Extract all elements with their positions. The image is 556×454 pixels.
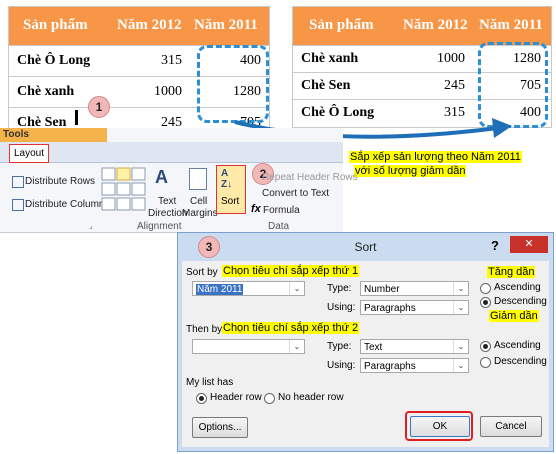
cell-product: Chè Ô Long	[17, 53, 91, 68]
then-by-label: Then by	[186, 324, 223, 335]
using-label-1: Using:	[327, 302, 356, 313]
using-dropdown-1[interactable]: Paragraphs ⌄	[360, 300, 469, 315]
descending-label-2[interactable]: Descending	[494, 356, 547, 367]
distribute-rows-button[interactable]: Distribute Rows	[25, 176, 95, 187]
distribute-columns-button[interactable]: Distribute Columns	[25, 199, 109, 210]
distribute-rows-icon	[12, 176, 24, 188]
header-row-label[interactable]: Header row	[210, 392, 262, 403]
text-direction-label-1[interactable]: Text	[158, 196, 176, 207]
header-row-radio[interactable]	[196, 393, 207, 404]
chevron-down-icon: ⌄	[453, 282, 468, 295]
then-by-note: Chọn tiêu chí sắp xếp thứ 2	[222, 322, 360, 334]
type-dropdown-1[interactable]: Number ⌄	[360, 281, 469, 296]
dialog-body: Sort by Chọn tiêu chí sắp xếp thứ 1 Năm …	[182, 261, 549, 447]
table-tools-label: Tools	[0, 128, 107, 142]
caption-line1: Sắp xếp sản lượng theo Năm 2011	[349, 151, 522, 163]
header-2012: Năm 2012	[117, 17, 182, 33]
sort-button[interactable]: A Z↓ Sort	[216, 165, 246, 214]
cell-2012: 315	[161, 53, 182, 68]
ascending-radio-2[interactable]	[480, 341, 491, 352]
giam-dan-note: Giảm dần	[489, 310, 539, 322]
descending-radio-2[interactable]	[480, 357, 491, 368]
formula-icon: fx	[251, 203, 261, 215]
step-badge-1: 1	[88, 96, 110, 118]
tang-dan-note: Tăng dần	[487, 266, 536, 278]
using-dropdown-2[interactable]: Paragraphs ⌄	[360, 358, 469, 373]
repeat-header-rows-button[interactable]: Repeat Header Rows	[262, 172, 358, 183]
cell-2012: 245	[444, 78, 465, 93]
type-value-2: Text	[364, 342, 383, 353]
chevron-down-icon: ⌄	[453, 301, 468, 314]
sort-icon: A Z↓	[221, 168, 233, 190]
header-2011: Năm 2011	[479, 17, 543, 33]
cell-product: Chè xanh	[301, 51, 359, 66]
convert-to-text-button[interactable]: Convert to Text	[262, 188, 329, 199]
list-has-label: My list has	[186, 377, 234, 388]
help-button[interactable]: ?	[491, 238, 499, 253]
text-cursor	[75, 110, 78, 125]
cell-product: Chè Sen	[301, 78, 351, 93]
using-value-2: Paragraphs	[364, 361, 416, 372]
chevron-down-icon: ⌄	[289, 340, 304, 353]
ascending-radio-1[interactable]	[480, 283, 491, 294]
options-button[interactable]: Options...	[192, 417, 248, 438]
type-value-1: Number	[364, 284, 400, 295]
text-direction-icon: A	[155, 167, 168, 187]
header-2012: Năm 2012	[403, 17, 468, 33]
dialog-launcher-icon[interactable]: ⌟	[89, 221, 93, 230]
ascending-label-1[interactable]: Ascending	[494, 282, 541, 293]
ok-button[interactable]: OK	[410, 416, 470, 437]
header-product: Sản phẩm	[309, 17, 374, 33]
type-label-2: Type:	[327, 341, 352, 352]
header-product: Sản phẩm	[23, 17, 88, 33]
formula-button[interactable]: Formula	[263, 205, 300, 216]
cell-2012: 1000	[437, 51, 465, 66]
sort-by-dropdown[interactable]: Năm 2011 ⌄	[192, 281, 305, 296]
sort-by-value: Năm 2011	[196, 284, 244, 295]
cell-margins-label-1[interactable]: Cell	[190, 196, 207, 207]
no-header-row-radio[interactable]	[264, 393, 275, 404]
group-alignment-label: Alignment	[137, 221, 182, 232]
tab-strip	[0, 142, 343, 163]
type-label-1: Type:	[327, 283, 352, 294]
descending-label-1[interactable]: Descending	[494, 296, 547, 307]
group-data-label: Data	[268, 221, 290, 232]
step-badge-3: 3	[198, 236, 220, 258]
tab-layout[interactable]: Layout	[9, 144, 49, 163]
header-2011: Năm 2011	[194, 17, 258, 33]
type-dropdown-2[interactable]: Text ⌄	[360, 339, 469, 354]
close-button[interactable]: ✕	[510, 236, 548, 253]
cancel-button[interactable]: Cancel	[480, 416, 542, 437]
no-header-row-label[interactable]: No header row	[278, 392, 344, 403]
table-after-header: Sản phẩm Năm 2012 Năm 2011	[293, 7, 551, 45]
cell-product: Chè xanh	[17, 84, 75, 99]
sort-dialog: Sort ? ✕ Sort by Chọn tiêu chí sắp xếp t…	[177, 232, 554, 452]
cell-2012: 1000	[154, 84, 182, 99]
chevron-down-icon: ⌄	[453, 340, 468, 353]
cell-margins-label-2[interactable]: Margins	[182, 208, 218, 219]
using-value-1: Paragraphs	[364, 303, 416, 314]
sort-by-note: Chọn tiêu chí sắp xếp thứ 1	[222, 265, 360, 277]
descending-radio-1[interactable]	[480, 297, 491, 308]
chevron-down-icon: ⌄	[453, 359, 468, 372]
sort-by-label: Sort by	[186, 267, 218, 278]
cell-margins-icon	[189, 168, 207, 190]
then-by-dropdown[interactable]: ⌄	[192, 339, 305, 354]
alignment-grid[interactable]	[101, 167, 149, 212]
distribute-columns-icon	[12, 199, 24, 211]
ascending-label-2[interactable]: Ascending	[494, 340, 541, 351]
using-label-2: Using:	[327, 360, 356, 371]
sort-label: Sort	[221, 196, 240, 207]
table-before-header: Sản phẩm Năm 2012 Năm 2011	[9, 7, 269, 45]
chevron-down-icon: ⌄	[289, 282, 304, 295]
caption-line2: với số lượng giảm dần	[354, 165, 467, 177]
